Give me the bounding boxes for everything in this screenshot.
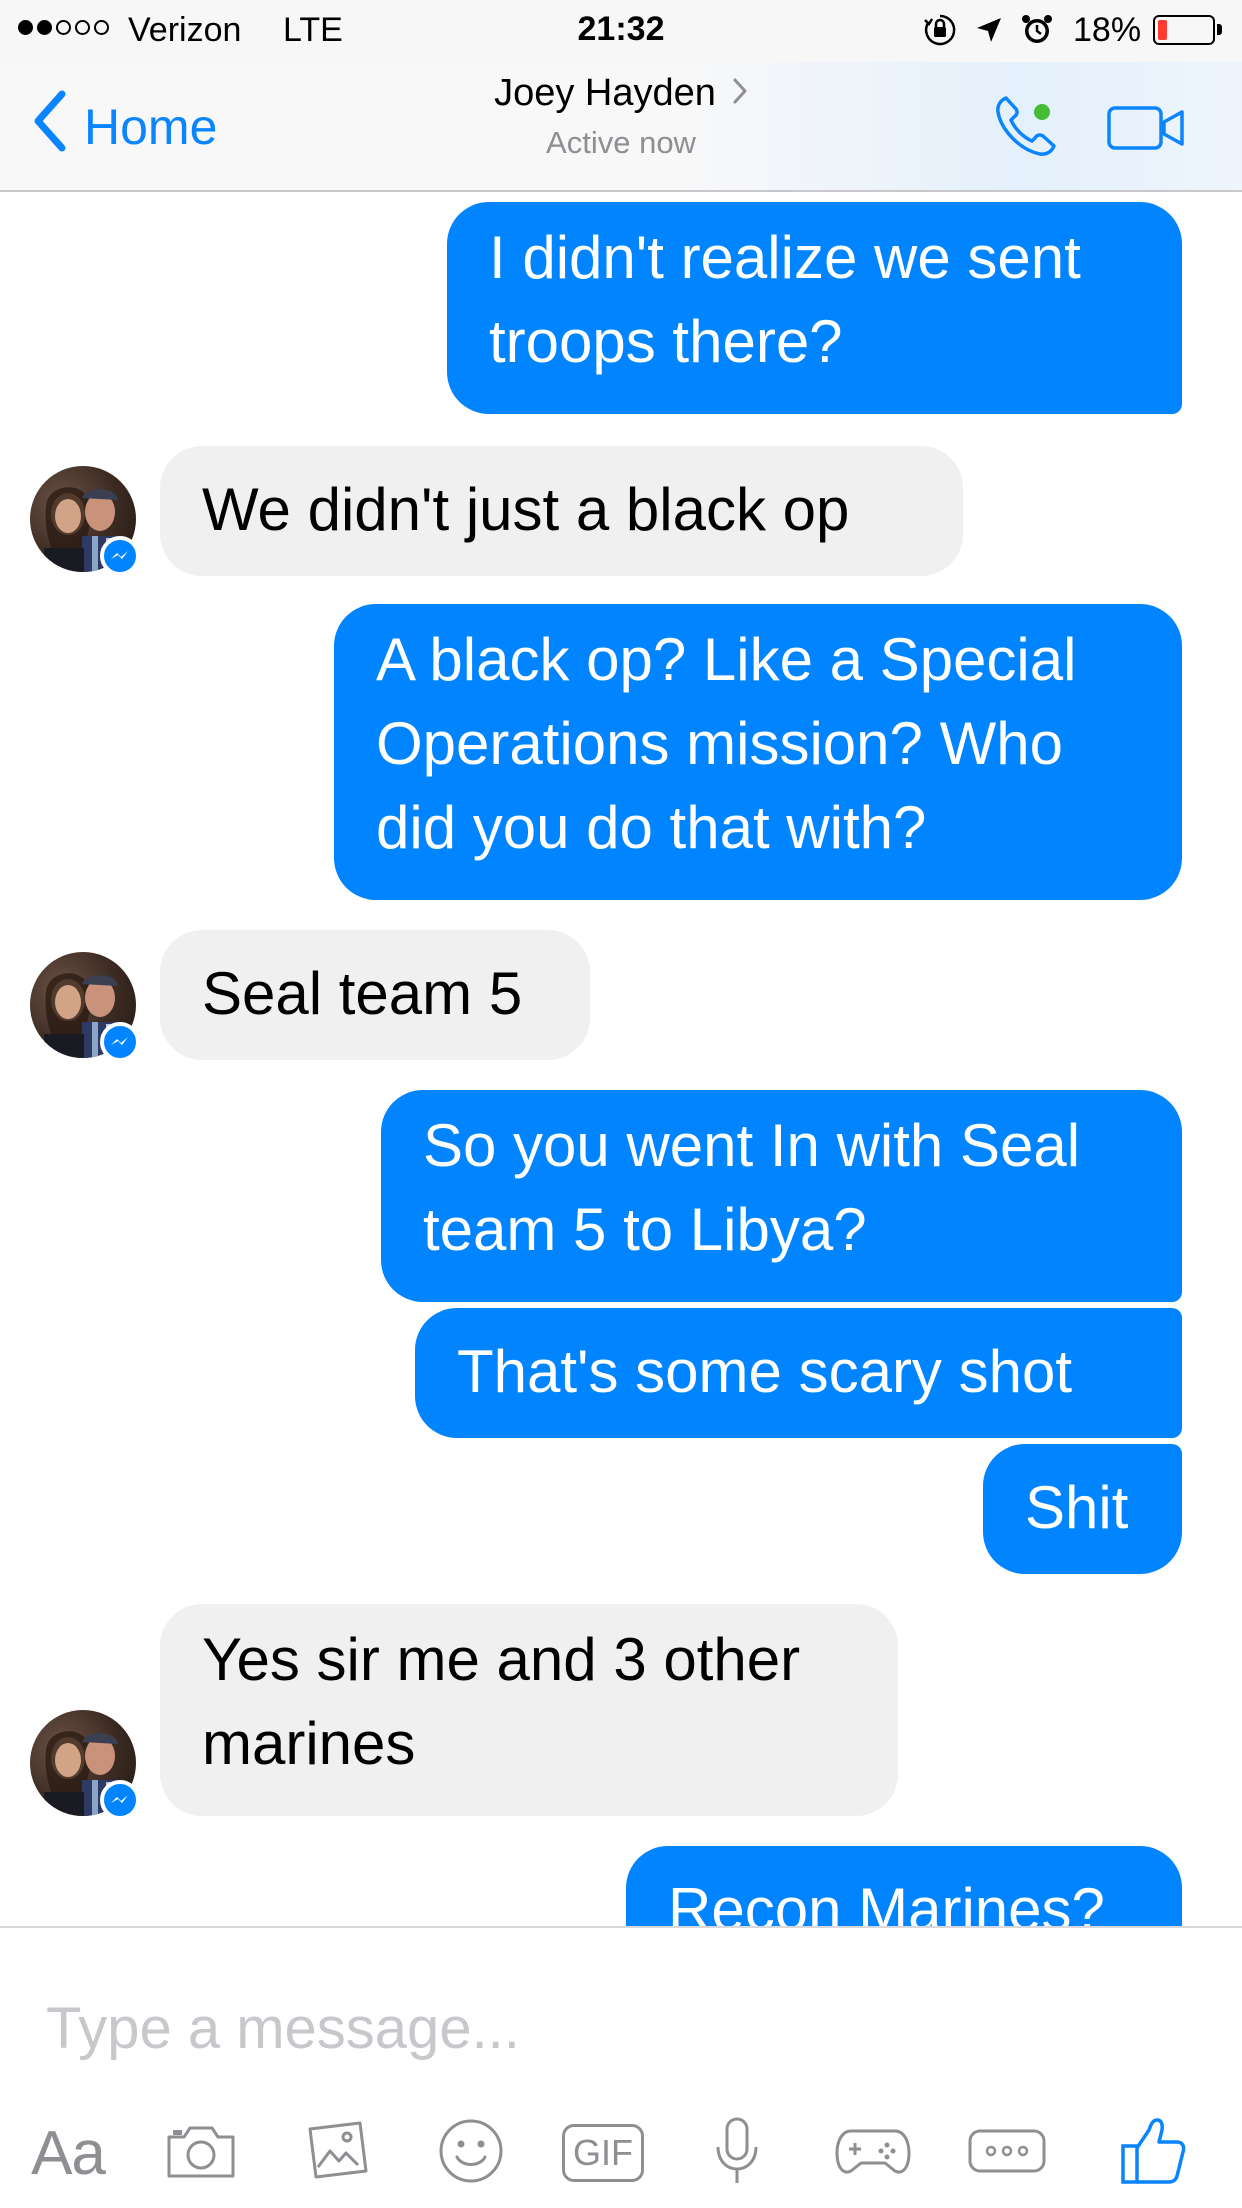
games-icon [833,2121,913,2186]
signal-strength-indicator [18,20,109,35]
message-line: Seal team 5 [202,960,523,1027]
photo-gallery-button[interactable] [296,2108,378,2198]
message-thread[interactable]: I didn't realize we sent troops there? W… [0,192,1242,1926]
emoji-button[interactable] [430,2108,512,2198]
message-line: troops there? [489,308,843,375]
contact-avatar[interactable] [30,1710,140,1820]
camera-button[interactable] [160,2108,242,2198]
back-button[interactable]: Home [30,90,218,162]
phone-icon [990,96,1060,166]
carrier-name: Verizon [128,11,242,49]
conversation-header: Home Joey Hayden Active now [0,62,1242,192]
contact-avatar[interactable] [30,952,140,1062]
message-input[interactable] [46,1978,1196,2078]
microphone-icon [712,2115,762,2192]
message-bubble-incoming[interactable]: Yes sir me and 3 other marines [160,1604,898,1816]
alarm-clock-icon [1020,13,1054,56]
message-line: That's some scary shot [457,1338,1072,1405]
status-time: 21:32 [577,10,665,48]
status-bar: Verizon LTE 21:32 18% [0,0,1242,62]
more-options-button[interactable] [962,2108,1052,2198]
message-bubble-outgoing[interactable]: That's some scary shot [415,1308,1182,1438]
battery-percentage: 18% [1073,11,1142,49]
games-button[interactable] [828,2108,918,2198]
message-line: We didn't just a black op [202,476,850,543]
composer: Aa [0,1926,1242,2208]
messenger-badge-icon [100,1780,140,1820]
message-bubble-outgoing[interactable]: I didn't realize we sent troops there? [447,202,1182,414]
message-line: So you went In with Seal [423,1112,1081,1179]
message-line: Recon Marines? [668,1876,1105,1926]
message-line: did you do that with? [376,794,927,861]
message-line: team 5 to Libya? [423,1196,867,1263]
text-style-button[interactable]: Aa [22,2108,114,2198]
active-now-dot [1034,104,1050,120]
signal-dot-5 [94,20,109,35]
location-arrow-icon [974,15,1004,54]
message-bubble-outgoing[interactable]: Recon Marines? [626,1846,1182,1926]
text-style-icon: Aa [31,2118,106,2188]
chevron-right-icon [732,77,748,110]
orientation-lock-icon [922,12,958,57]
gif-icon: GIF [562,2124,644,2182]
messenger-badge-icon [100,1022,140,1062]
message-line: I didn't realize we sent [489,224,1081,291]
battery-icon [1153,15,1215,45]
signal-dot-4 [75,20,90,35]
contact-name: Joey Hayden [494,72,716,114]
message-line: A black op? Like a Special [376,626,1077,693]
contact-info-button[interactable]: Joey Hayden [494,72,748,115]
message-bubble-outgoing[interactable]: So you went In with Seal team 5 to Libya… [381,1090,1182,1302]
message-line: Yes sir me and 3 other [202,1626,801,1693]
like-button[interactable] [1108,2108,1198,2198]
video-camera-icon [1106,106,1186,160]
chevron-left-icon [30,88,70,166]
battery-tip [1217,24,1222,35]
gallery-icon [302,2119,372,2188]
composer-toolbar: Aa GIF [0,2108,1242,2198]
video-call-button[interactable] [1106,100,1186,156]
message-line: Operations mission? Who [376,710,1063,777]
message-bubble-incoming[interactable]: Seal team 5 [160,930,590,1060]
signal-dot-3 [56,20,71,35]
message-line: marines [202,1710,416,1777]
signal-dot-2 [37,20,52,35]
message-bubble-outgoing[interactable]: Shit [983,1444,1182,1574]
message-line: Shit [1025,1474,1129,1541]
messenger-badge-icon [100,536,140,576]
network-type: LTE [283,11,343,49]
voice-message-button[interactable] [696,2108,778,2198]
message-bubble-outgoing[interactable]: A black op? Like a Special Operations mi… [334,604,1182,900]
message-bubble-incoming[interactable]: We didn't just a black op [160,446,963,576]
signal-dot-1 [18,20,33,35]
contact-avatar[interactable] [30,466,140,576]
camera-icon [164,2121,238,2186]
back-button-label: Home [84,99,218,155]
thumbs-up-icon [1119,2116,1187,2191]
voice-call-button[interactable] [990,92,1060,162]
battery-level-fill [1158,20,1167,40]
gif-button[interactable]: GIF [562,2108,644,2198]
more-icon [967,2127,1047,2180]
emoji-icon [437,2117,505,2190]
